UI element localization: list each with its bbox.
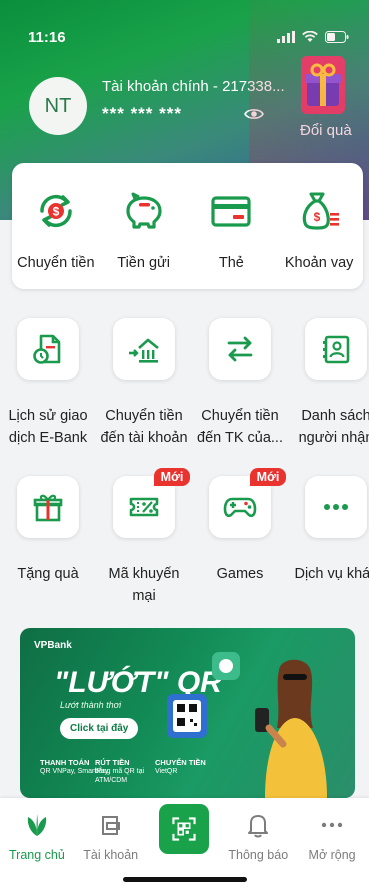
service-label: Mã khuyến mại (108, 566, 180, 604)
app-badge-icon (212, 652, 240, 680)
signal-icon (277, 31, 295, 43)
service-label: Games (216, 566, 264, 582)
service-label: Chuyển tiền đến tài khoản (100, 408, 188, 446)
service-label: Tặng quà (17, 566, 79, 582)
banner-column: RÚT TIỀN bằng mã QR tại ATM/CDM (95, 758, 150, 785)
account-balance: *** *** *** (102, 104, 182, 123)
new-badge: Mới (249, 468, 287, 486)
quick-action-deposit[interactable]: Tiền gửi (100, 163, 188, 289)
nav-label: Thông báo (228, 848, 289, 862)
service-tile (209, 318, 271, 380)
contacts-icon (323, 335, 350, 364)
voucher-icon (129, 497, 159, 517)
home-indicator (123, 877, 247, 882)
service-tile (17, 318, 79, 380)
service-label: Lịch sử giao dịch E-Bank (8, 408, 88, 446)
svg-text:$: $ (314, 210, 321, 224)
banner-column: CHUYỂN TIỀN VietQR (155, 758, 206, 776)
service-label: Dịch vụ khác (294, 566, 369, 582)
swap-icon (227, 336, 253, 362)
banner-column-body: VietQR (155, 768, 178, 775)
reward-label[interactable]: Đổi quà (300, 122, 352, 139)
service-history[interactable]: Lịch sử giao dịch E-Bank (0, 318, 96, 476)
service-label: Danh sách người nhận (298, 408, 369, 446)
bell-icon (248, 815, 269, 838)
qr-scan-icon (172, 817, 197, 841)
services-grid: Lịch sử giao dịch E-Bank Chuyển tiền đến… (0, 318, 369, 634)
wifi-icon (302, 31, 318, 42)
banner-column-head: CHUYỂN TIỀN (155, 758, 206, 767)
eye-icon[interactable] (244, 107, 264, 121)
transfer-icon: $ (40, 194, 72, 228)
quick-action-label: Khoản vay (284, 255, 354, 271)
quick-action-card[interactable]: Thẻ (188, 163, 276, 289)
banner-cta-button[interactable]: Click tại đây (60, 718, 139, 739)
quick-action-label: Thẻ (218, 255, 244, 271)
nav-home[interactable]: Trang chủ (0, 798, 74, 884)
banner-subtitle: Lướt thành thơi (60, 700, 122, 710)
service-tile (305, 476, 367, 538)
nav-notifications[interactable]: Thông báo (221, 798, 295, 884)
nav-account[interactable]: Tài khoản (74, 798, 148, 884)
battery-icon (325, 31, 349, 43)
quick-action-label: Tiền gửi (117, 255, 170, 271)
quick-action-label: Chuyển tiền (17, 255, 95, 271)
status-time: 11:16 (28, 28, 66, 46)
account-name[interactable]: Tài khoản chính - 217338... (102, 78, 285, 95)
service-transfer-own[interactable]: Chuyển tiền đến TK của... (192, 318, 288, 476)
gift-icon (33, 494, 63, 522)
avatar[interactable]: NT (29, 77, 87, 135)
reward-gift-icon[interactable] (297, 56, 349, 116)
service-label: Chuyển tiền đến TK của... (197, 408, 283, 446)
card-icon (211, 196, 251, 227)
service-tile (305, 318, 367, 380)
piggy-bank-icon (126, 192, 162, 229)
more-icon (324, 504, 348, 510)
scan-qr-button[interactable] (159, 804, 210, 854)
nav-label: Tài khoản (83, 848, 139, 862)
wallet-icon (101, 816, 120, 835)
more-dots-icon (321, 822, 343, 828)
svg-text:$: $ (53, 205, 60, 219)
history-icon (33, 334, 61, 364)
transfer-account-icon (129, 338, 159, 363)
promo-banner[interactable]: VPBank "LƯỚT" QR Lướt thành thơi Click t… (20, 628, 355, 798)
loan-bag-icon: $ (302, 192, 340, 230)
banner-column-head: RÚT TIỀN (95, 758, 130, 767)
banner-person-illustration (255, 659, 327, 798)
banner-brand: VPBank (34, 640, 72, 651)
nav-scan-qr[interactable] (148, 798, 222, 884)
new-badge: Mới (153, 468, 191, 486)
gamepad-icon (223, 497, 257, 518)
service-gift[interactable]: Tặng quà (0, 476, 96, 634)
nav-label: Mở rộng (308, 848, 356, 862)
quick-actions-card: $ Chuyển tiền Tiền gửi Thẻ $ Khoản vay (12, 163, 363, 289)
status-bar: 11:16 (28, 26, 349, 48)
nav-more[interactable]: Mở rộng (295, 798, 369, 884)
service-voucher[interactable]: Mới Mã khuyến mại (96, 468, 192, 634)
qr-phone-icon (167, 694, 207, 738)
bottom-navigation: Trang chủ Tài khoản Thông báo Mở rộng (0, 798, 369, 884)
banner-column-body: bằng mã QR tại ATM/CDM (95, 768, 145, 784)
service-more[interactable]: Dịch vụ khác (288, 476, 369, 634)
service-tile (17, 476, 79, 538)
quick-action-loan[interactable]: $ Khoản vay (275, 163, 363, 289)
service-tile (113, 318, 175, 380)
service-recipients[interactable]: Danh sách người nhận (288, 318, 369, 476)
home-leaf-icon (27, 814, 47, 836)
service-games[interactable]: Mới Games (192, 468, 288, 634)
quick-action-transfer[interactable]: $ Chuyển tiền (12, 163, 100, 289)
nav-label: Trang chủ (8, 848, 65, 862)
service-transfer-account[interactable]: Chuyển tiền đến tài khoản (96, 318, 192, 476)
